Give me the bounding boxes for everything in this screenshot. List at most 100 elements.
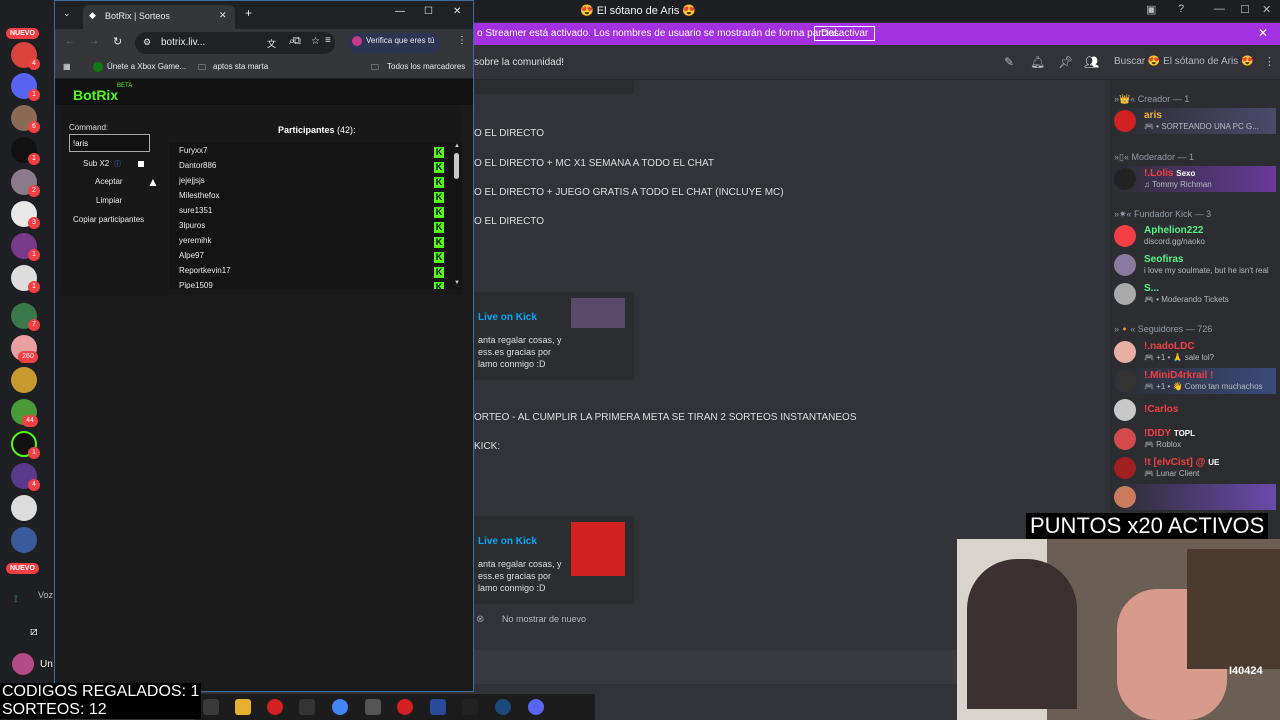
dismiss-icon[interactable]: ⊗ xyxy=(476,614,484,625)
scroll-up-icon[interactable]: ▲ xyxy=(454,143,460,149)
botrix-logo[interactable]: BotRix xyxy=(73,87,118,103)
more-icon[interactable]: ⋮ xyxy=(1264,55,1275,68)
back-icon[interactable]: ← xyxy=(65,36,75,47)
pin-icon[interactable]: 📌︎ xyxy=(1058,55,1073,69)
scrollbar[interactable]: ▲ ▼ xyxy=(453,143,461,289)
close-banner-icon[interactable]: ✕ xyxy=(1258,26,1268,40)
translate-icon[interactable]: 文 xyxy=(267,37,276,50)
close-tab-icon[interactable]: ✕ xyxy=(219,10,227,21)
embed-title[interactable]: Live on Kick xyxy=(478,536,537,547)
minimize-icon[interactable]: — xyxy=(395,6,405,17)
bookmark-xbox[interactable]: Únete a Xbox Game... xyxy=(107,62,186,71)
list-item[interactable]: 3lpuros K xyxy=(179,221,449,236)
member-list-icon[interactable]: 👥︎ xyxy=(1084,55,1099,69)
member-row[interactable]: S... 🎮 • Moderando Tickets xyxy=(1114,281,1276,307)
close-window-icon[interactable]: ✕ xyxy=(1262,3,1271,16)
member-row[interactable]: !t [elvCist] @ UE 🎮 Lunar Client xyxy=(1114,455,1276,481)
taskbar-app-icon[interactable] xyxy=(203,699,219,715)
tab-search-icon[interactable]: ⌄ xyxy=(63,8,71,19)
list-item[interactable]: jejejjsjs K xyxy=(179,176,449,191)
epic-games-icon[interactable] xyxy=(462,699,478,715)
voice-icon[interactable]: ⟟ xyxy=(14,594,18,605)
all-bookmarks[interactable]: Todos los marcadores xyxy=(387,62,465,71)
info-icon[interactable]: ⓘ xyxy=(114,159,121,169)
kick-icon: K xyxy=(434,177,444,188)
sub-x2-label: Sub X2 xyxy=(83,159,110,168)
stats-overlay: CODIGOS REGALADOS: 1 SORTEOS: 12 xyxy=(0,683,202,719)
server-icon[interactable] xyxy=(11,527,37,553)
search-input[interactable]: Buscar 😍 El sótano de Aris 😍 xyxy=(1114,56,1253,67)
site-info-icon[interactable]: ⚙ xyxy=(143,37,151,48)
taskbar-app-icon[interactable] xyxy=(365,699,381,715)
dont-show-again[interactable]: No mostrar de nuevo xyxy=(502,614,586,624)
disable-streamer-mode-button[interactable]: Desactivar xyxy=(814,26,876,41)
member-row[interactable]: !.MiniD4rkrail ! 🎮 +1 • 👋 Como tan mucha… xyxy=(1114,368,1276,394)
member-row[interactable]: Aphelion222 discord.gg/naoko xyxy=(1114,223,1276,249)
server-icon[interactable] xyxy=(11,495,37,521)
command-input[interactable] xyxy=(69,134,150,152)
accept-button[interactable]: Aceptar xyxy=(95,177,123,186)
member-status: 🎮 +1 • 🙏 sale lol? xyxy=(1144,353,1215,362)
embed-thumbnail[interactable] xyxy=(571,522,625,576)
mute-icon[interactable]: ⧄ xyxy=(30,624,38,639)
scroll-down-icon[interactable]: ▼ xyxy=(454,280,460,286)
list-item[interactable]: Milesthefox K xyxy=(179,191,449,206)
member-row[interactable]: Seofiras i love my soulmate, but he isn'… xyxy=(1114,252,1276,278)
bookmark-aptos[interactable]: aptos sta marta xyxy=(213,62,268,71)
list-item[interactable]: Dantor886 K xyxy=(179,161,449,176)
kick-embed: Live on Kick anta regalar cosas, y ess.e… xyxy=(474,292,634,380)
minimize-icon[interactable]: — xyxy=(1214,3,1225,15)
help-icon[interactable]: ? xyxy=(1178,3,1184,15)
member-row[interactable]: !.Lolis Sexo ♫ Tommy Richman xyxy=(1114,166,1276,192)
member-row[interactable]: !DIDY TOPL 🎮 Roblox xyxy=(1114,426,1276,452)
server-icon[interactable] xyxy=(11,367,37,393)
member-row[interactable]: aris 🎮 • SORTEANDO UNA PC G... xyxy=(1114,108,1276,134)
server-badge: 7 xyxy=(28,319,40,331)
list-item[interactable]: Pipe1509 K xyxy=(179,281,449,289)
chrome-icon[interactable] xyxy=(332,699,348,715)
address-bar[interactable]: ⚙ botrix.liv... 文 ⌕ ☆ xyxy=(135,32,335,54)
discord-taskbar-icon[interactable] xyxy=(528,699,544,715)
participants-list[interactable]: Furyxx7 K Dantor886 K jejejjsjs K Milesthef… xyxy=(169,143,462,289)
member-row[interactable]: !.nadoLDC 🎮 +1 • 🙏 sale lol? xyxy=(1114,339,1276,365)
list-item[interactable]: yeremihk K xyxy=(179,236,449,251)
tab-botrix[interactable]: ◆ BotRix | Sorteos ✕ xyxy=(83,5,235,29)
channel-topic: sobre la comunidad! xyxy=(474,57,565,68)
embed-title[interactable]: Live on Kick xyxy=(478,312,537,323)
vscode-icon[interactable] xyxy=(430,699,446,715)
chat-message: ORTEO - AL CUMPLIR LA PRIMERA META SE TI… xyxy=(474,412,857,423)
user-avatar[interactable] xyxy=(12,653,34,675)
verify-identity-chip[interactable]: Verifica que eres tú xyxy=(348,33,442,53)
bookmark-star-icon[interactable]: ☆ xyxy=(311,36,320,47)
maximize-icon[interactable]: ☐ xyxy=(424,6,433,17)
member-row[interactable] xyxy=(1114,484,1276,510)
forward-icon[interactable]: → xyxy=(89,36,99,47)
reading-list-icon[interactable]: ≡ xyxy=(325,35,331,46)
bell-icon[interactable]: 🔔︎ xyxy=(1030,55,1045,69)
maximize-icon[interactable]: ☐ xyxy=(1240,3,1250,16)
scrollbar-thumb[interactable] xyxy=(454,153,459,179)
list-item[interactable]: Furyxx7 K xyxy=(179,146,449,161)
inbox-icon[interactable]: ▣ xyxy=(1146,3,1156,16)
member-row[interactable]: !Carlos xyxy=(1114,397,1276,423)
list-item[interactable]: Alpe97 K xyxy=(179,251,449,266)
taskbar-app-icon[interactable] xyxy=(397,699,413,715)
steam-icon[interactable] xyxy=(495,699,511,715)
list-item[interactable]: sure1351 K xyxy=(179,206,449,221)
embed-thumbnail[interactable] xyxy=(571,298,625,328)
apps-icon[interactable]: ▦ xyxy=(63,62,71,71)
extensions-icon[interactable]: ⧉ xyxy=(293,35,301,48)
reload-icon[interactable]: ↻ xyxy=(113,35,122,48)
new-tab-icon[interactable]: + xyxy=(245,6,252,20)
close-window-icon[interactable]: ✕ xyxy=(453,6,461,17)
file-explorer-icon[interactable] xyxy=(235,699,251,715)
copy-participants-button[interactable]: Copiar participantes xyxy=(73,215,144,224)
opera-icon[interactable] xyxy=(267,699,283,715)
threads-icon[interactable]: ✎ xyxy=(1004,55,1014,69)
taskbar-app-icon[interactable] xyxy=(299,699,315,715)
menu-icon[interactable]: ⋮ xyxy=(457,35,467,46)
sub-x2-checkbox[interactable] xyxy=(138,161,144,167)
clear-button[interactable]: Limpiar xyxy=(96,196,122,205)
chrome-window: ⌄ ◆ BotRix | Sorteos ✕ + — ☐ ✕ ← → ↻ ⚙ b… xyxy=(54,0,474,692)
list-item[interactable]: Reportkevin17 K xyxy=(179,266,449,281)
